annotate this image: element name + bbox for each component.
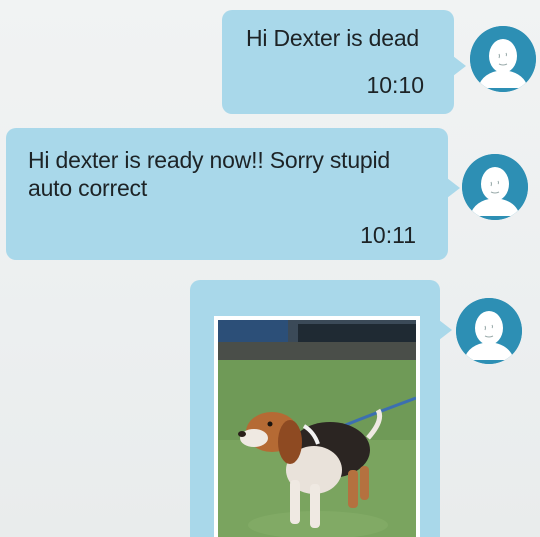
user-avatar-icon[interactable] <box>456 298 522 364</box>
image-message-bubble[interactable] <box>190 280 452 537</box>
user-avatar-icon[interactable] <box>470 26 536 92</box>
message-time: 10:11 <box>360 222 416 248</box>
message-bubble[interactable]: Hi dexter is ready now!! Sorry stupid au… <box>6 128 460 260</box>
message-text: Hi dexter is ready now!! Sorry stupid au… <box>28 147 391 201</box>
message-text: Hi Dexter is dead <box>246 25 420 51</box>
message-time: 10:10 <box>366 72 424 98</box>
user-avatar-icon[interactable] <box>462 154 528 220</box>
message-bubble[interactable]: Hi Dexter is dead 10:10 <box>222 10 466 114</box>
chat-screen: Hi Dexter is dead 10:10 Hi dexter is rea… <box>0 0 540 537</box>
beagle-on-leash-photo[interactable] <box>214 316 420 537</box>
